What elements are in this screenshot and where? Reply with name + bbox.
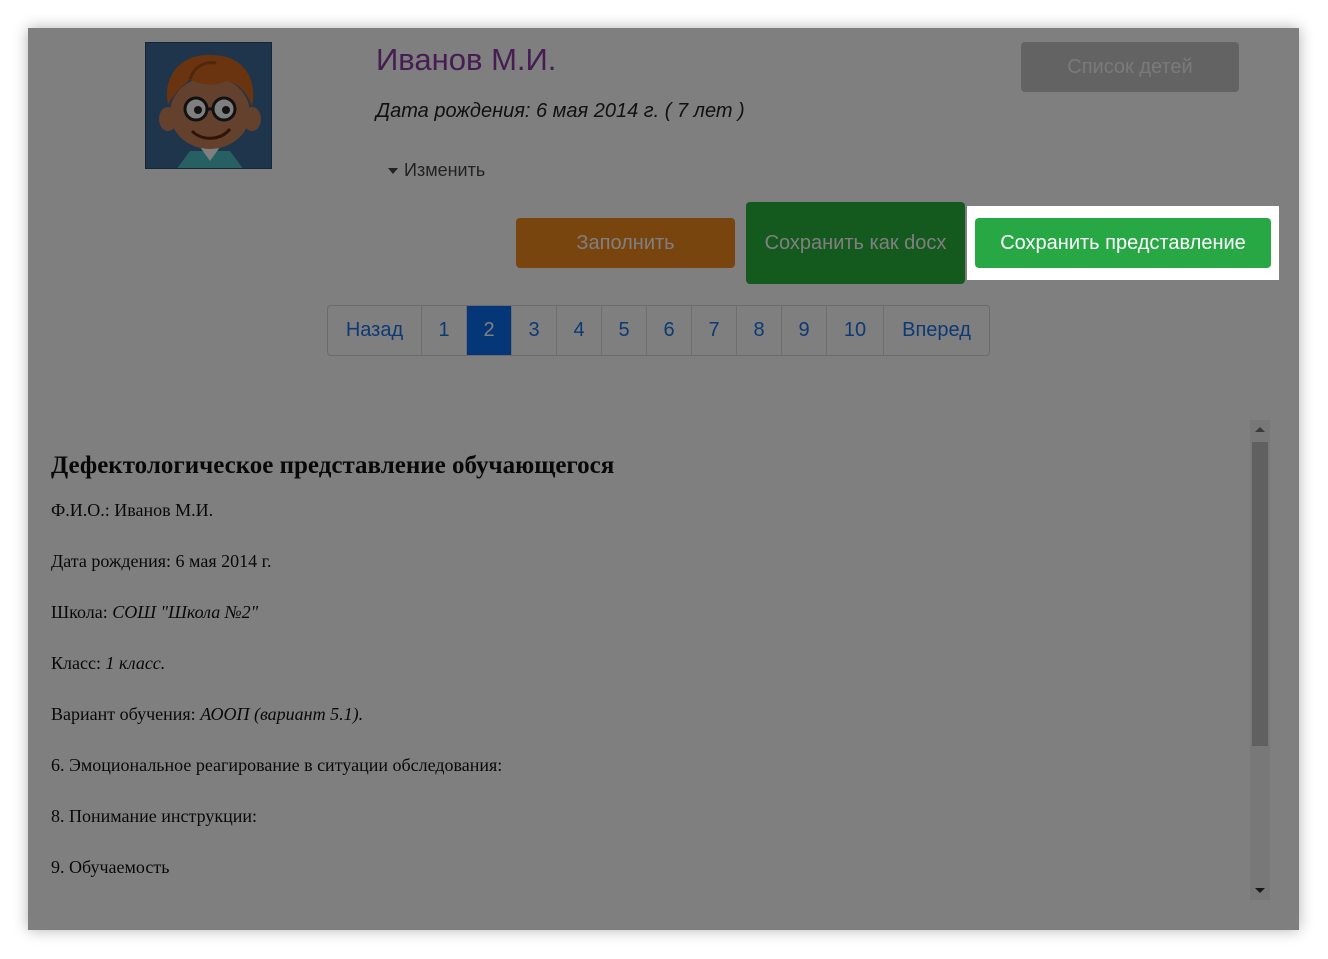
doc-school-label: Школа: xyxy=(51,602,113,622)
pagination-page-10[interactable]: 10 xyxy=(827,306,884,355)
pagination-next[interactable]: Вперед xyxy=(884,306,989,355)
doc-school: Школа: СОШ "Школа №2" xyxy=(51,602,258,623)
doc-variant: Вариант обучения: АООП (вариант 5.1). xyxy=(51,704,363,725)
edit-toggle[interactable]: Изменить xyxy=(388,160,485,181)
scroll-up-arrow-icon[interactable] xyxy=(1255,427,1265,432)
pagination-page-2[interactable]: 2 xyxy=(467,306,512,355)
doc-item-8: 8. Понимание инструкции: xyxy=(51,806,258,826)
avatar-boy-icon xyxy=(146,43,271,168)
scrollbar-thumb[interactable] xyxy=(1252,442,1268,746)
edit-toggle-label: Изменить xyxy=(404,160,486,180)
pagination-prev[interactable]: Назад xyxy=(328,306,422,355)
pagination-page-4[interactable]: 4 xyxy=(557,306,602,355)
document-title: Дефектологическое представление обучающе… xyxy=(51,452,615,479)
child-birth-date: Дата рождения: 6 мая 2014 г. ( 7 лет ) xyxy=(376,100,745,122)
doc-item-9: 9. Обучаемость xyxy=(51,857,170,877)
caret-down-icon xyxy=(388,167,398,174)
save-docx-button[interactable]: Сохранить как docx xyxy=(746,202,965,284)
document-scrollbar[interactable] xyxy=(1250,420,1270,900)
save-view-button[interactable]: Сохранить представление xyxy=(975,218,1271,268)
doc-variant-value: АООП (вариант 5.1). xyxy=(200,704,364,724)
document-preview: Дефектологическое представление обучающе… xyxy=(28,420,1250,900)
doc-fio: Ф.И.О.: Иванов М.И. xyxy=(51,500,214,520)
app-window: Иванов М.И. Дата рождения: 6 мая 2014 г.… xyxy=(28,28,1299,930)
pagination-page-7[interactable]: 7 xyxy=(692,306,737,355)
children-list-button[interactable]: Список детей xyxy=(1021,42,1239,92)
page-content: Иванов М.И. Дата рождения: 6 мая 2014 г.… xyxy=(28,28,1299,930)
doc-variant-label: Вариант обучения: xyxy=(51,704,201,724)
fill-button[interactable]: Заполнить xyxy=(516,218,735,268)
doc-school-value: СОШ "Школа №2" xyxy=(112,602,259,622)
scroll-down-arrow-icon[interactable] xyxy=(1255,888,1265,893)
pagination-page-3[interactable]: 3 xyxy=(512,306,557,355)
pagination-page-5[interactable]: 5 xyxy=(602,306,647,355)
doc-birth: Дата рождения: 6 мая 2014 г. xyxy=(51,551,272,571)
child-name: Иванов М.И. xyxy=(376,42,557,77)
pagination-page-6[interactable]: 6 xyxy=(647,306,692,355)
pagination-page-8[interactable]: 8 xyxy=(737,306,782,355)
pagination: Назад 1 2 3 4 5 6 7 8 9 10 Вперед xyxy=(327,305,990,356)
pagination-page-1[interactable]: 1 xyxy=(422,306,467,355)
doc-class-label: Класс: xyxy=(51,653,106,673)
doc-item-6: 6. Эмоциональное реагирование в ситуации… xyxy=(51,755,503,775)
doc-class-value: 1 класс. xyxy=(105,653,166,673)
doc-class: Класс: 1 класс. xyxy=(51,653,165,674)
child-avatar xyxy=(145,42,272,169)
pagination-page-9[interactable]: 9 xyxy=(782,306,827,355)
